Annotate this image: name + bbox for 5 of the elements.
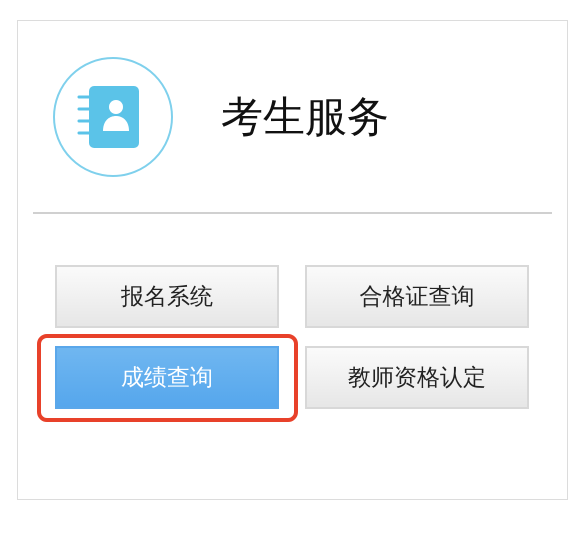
service-button[interactable]: 教师资格认定 xyxy=(305,346,529,409)
service-button[interactable]: 合格证查询 xyxy=(305,265,529,328)
section-title: 考生服务 xyxy=(221,90,389,142)
service-button[interactable]: 报名系统 xyxy=(55,265,279,328)
address-book-icon xyxy=(53,56,173,176)
